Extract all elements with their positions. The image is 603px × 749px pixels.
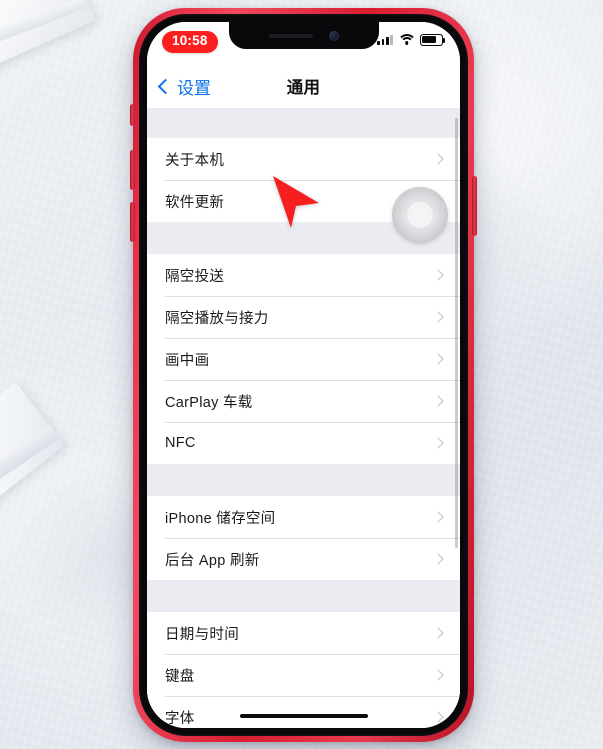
chevron-right-icon [432, 437, 444, 449]
recording-time-pill[interactable]: 10:58 [162, 31, 218, 53]
settings-group-storage: iPhone 储存空间 后台 App 刷新 [147, 496, 460, 580]
battery-level-fill [422, 36, 436, 44]
volume-down-button[interactable] [130, 202, 135, 242]
row-fonts[interactable]: 字体 [147, 696, 460, 728]
row-airplay-handoff[interactable]: 隔空播放与接力 [147, 296, 460, 338]
chevron-right-icon [432, 711, 444, 723]
row-label: CarPlay 车载 [165, 394, 253, 411]
row-keyboard[interactable]: 键盘 [147, 654, 460, 696]
row-background-app-refresh[interactable]: 后台 App 刷新 [147, 538, 460, 580]
phone-screen: 10:58 设置 通用 关于本机 软件更新 隔空投送 隔空播放与接力 画中画 C… [147, 22, 460, 728]
row-about[interactable]: 关于本机 [147, 138, 460, 180]
iphone-device: 10:58 设置 通用 关于本机 软件更新 隔空投送 隔空播放与接力 画中画 C… [130, 8, 477, 742]
chevron-right-icon [432, 353, 444, 365]
settings-group-connectivity: 隔空投送 隔空播放与接力 画中画 CarPlay 车载 NFC [147, 254, 460, 464]
row-picture-in-picture[interactable]: 画中画 [147, 338, 460, 380]
row-label: 后台 App 刷新 [165, 552, 260, 569]
chevron-left-icon [157, 78, 174, 94]
navigation-bar: 设置 通用 [147, 64, 460, 108]
mute-switch[interactable] [130, 104, 135, 126]
row-label: 画中画 [165, 352, 210, 369]
row-airdrop[interactable]: 隔空投送 [147, 254, 460, 296]
chevron-right-icon [432, 511, 444, 523]
row-nfc[interactable]: NFC [147, 422, 460, 464]
cellular-signal-icon [377, 34, 393, 46]
volume-up-button[interactable] [130, 150, 135, 190]
status-bar-indicators [377, 31, 446, 46]
row-label: 键盘 [165, 668, 195, 685]
chevron-right-icon [432, 153, 444, 165]
chevron-right-icon [432, 269, 444, 281]
earpiece-speaker-icon [268, 33, 313, 38]
row-label: NFC [165, 435, 196, 451]
battery-icon [420, 34, 446, 46]
chevron-right-icon [432, 627, 444, 639]
chevron-right-icon [432, 669, 444, 681]
row-date-time[interactable]: 日期与时间 [147, 612, 460, 654]
scrollbar[interactable] [455, 118, 458, 548]
row-label: 隔空播放与接力 [165, 310, 269, 327]
settings-group-localization: 日期与时间 键盘 字体 语言与地区 词典 [147, 612, 460, 728]
home-indicator[interactable] [239, 713, 368, 718]
row-carplay[interactable]: CarPlay 车载 [147, 380, 460, 422]
row-label: 隔空投送 [165, 268, 225, 285]
section-gap [147, 108, 460, 138]
section-gap [147, 464, 460, 496]
back-button[interactable]: 设置 [157, 74, 211, 99]
chevron-right-icon [432, 311, 444, 323]
back-button-label: 设置 [177, 78, 211, 98]
front-camera-icon [328, 30, 339, 41]
wifi-icon [397, 34, 416, 45]
chevron-right-icon [432, 395, 444, 407]
row-iphone-storage[interactable]: iPhone 储存空间 [147, 496, 460, 538]
power-button[interactable] [472, 176, 477, 236]
notch [228, 22, 379, 49]
row-label: iPhone 储存空间 [165, 510, 276, 527]
assistive-touch-button[interactable] [392, 187, 448, 243]
row-label: 日期与时间 [165, 626, 239, 643]
row-label: 关于本机 [165, 152, 225, 169]
chevron-right-icon [432, 553, 444, 565]
section-gap [147, 580, 460, 612]
